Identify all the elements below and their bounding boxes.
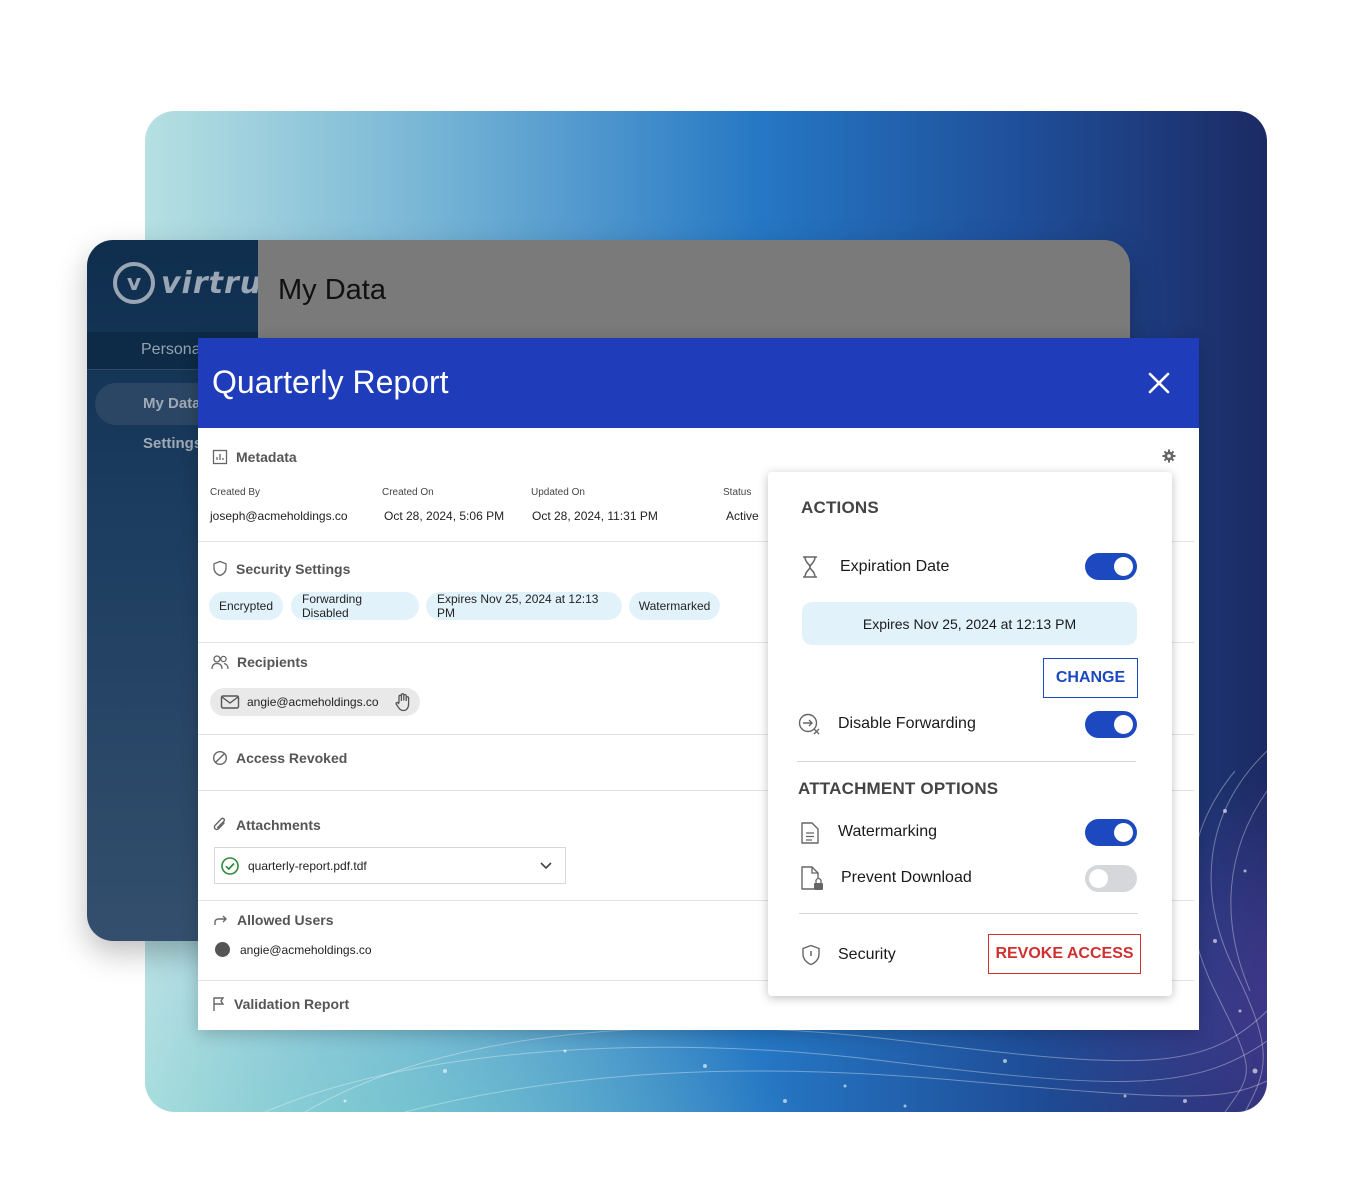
expiration-date-toggle[interactable]: [1085, 553, 1137, 580]
allowed-users-section-title: Allowed Users: [213, 912, 333, 928]
security-settings-section-title: Security Settings: [212, 560, 350, 577]
access-revoked-heading: Access Revoked: [236, 750, 348, 766]
actions-panel: ACTIONS Expiration Date Expires Nov 25, …: [768, 472, 1172, 996]
security-settings-heading: Security Settings: [236, 560, 351, 577]
status-label: Status: [723, 487, 752, 498]
settings-gear-button[interactable]: [1162, 449, 1176, 468]
chart-icon: [212, 449, 228, 465]
created-by-value: joseph@acmeholdings.co: [210, 509, 348, 523]
chip-expires: Expires Nov 25, 2024 at 12:13 PM: [426, 592, 622, 620]
toggle-knob: [1089, 869, 1108, 888]
disable-forwarding-label: Disable Forwarding: [838, 715, 976, 732]
attachments-section-title: Attachments: [212, 816, 321, 834]
sidebar-item-settings[interactable]: Settings: [143, 435, 202, 452]
close-button[interactable]: [1144, 368, 1174, 398]
allowed-user-email: angie@acmeholdings.co: [240, 943, 372, 957]
flag-icon: [213, 997, 225, 1011]
change-button[interactable]: CHANGE: [1043, 658, 1138, 698]
watermarking-label: Watermarking: [838, 823, 937, 840]
validation-report-heading: Validation Report: [234, 996, 350, 1012]
user-avatar-dot: [215, 942, 230, 957]
people-icon: [211, 655, 229, 670]
prevent-download-toggle[interactable]: [1085, 865, 1137, 892]
chip-forwarding-disabled: Forwarding Disabled: [291, 592, 419, 620]
stage: v virtru Persona My Data Settings My Dat…: [0, 0, 1371, 1181]
recipient-email: angie@acmeholdings.co: [247, 695, 379, 709]
share-arrow-icon: [214, 915, 227, 925]
updated-on-label: Updated On: [531, 487, 585, 498]
access-revoked-section-title: Access Revoked: [212, 750, 347, 766]
close-icon: [1148, 372, 1170, 394]
recipients-heading: Recipients: [237, 654, 308, 670]
actions-heading: ACTIONS: [801, 498, 879, 517]
toggle-knob: [1114, 557, 1133, 576]
updated-on-value: Oct 28, 2024, 11:31 PM: [532, 509, 658, 523]
chip-encrypted: Encrypted: [209, 592, 283, 620]
attachment-selected-file: quarterly-report.pdf.tdf: [248, 858, 367, 873]
paperclip-icon: [213, 817, 226, 831]
hourglass-icon: [803, 556, 817, 578]
created-by-label: Created By: [210, 487, 261, 498]
security-shield-icon: [802, 944, 820, 966]
forward-off-icon: [798, 713, 820, 735]
gear-icon: [1162, 449, 1176, 463]
created-on-value: Oct 28, 2024, 5:06 PM: [384, 509, 505, 523]
recipients-section-title: Recipients: [211, 654, 308, 670]
sidebar-item-my-data-label: My Data: [143, 395, 201, 412]
page-title: My Data: [278, 274, 386, 306]
toggle-knob: [1114, 823, 1133, 842]
attachments-heading: Attachments: [236, 817, 321, 833]
metadata-heading: Metadata: [236, 449, 297, 465]
prohibited-icon: [212, 750, 228, 766]
divider: [797, 761, 1136, 762]
attachment-select[interactable]: quarterly-report.pdf.tdf: [214, 847, 566, 884]
envelope-icon: [220, 695, 240, 709]
expiry-display: Expires Nov 25, 2024 at 12:13 PM: [802, 602, 1137, 645]
document-icon: [801, 822, 819, 844]
attachment-options-heading: ATTACHMENT OPTIONS: [798, 779, 999, 798]
watermarking-toggle[interactable]: [1085, 819, 1137, 846]
logo-text: virtru: [161, 265, 263, 301]
expiration-date-label: Expiration Date: [840, 558, 950, 575]
allowed-users-heading: Allowed Users: [237, 912, 334, 928]
validation-report-section-title: Validation Report: [212, 996, 349, 1012]
divider: [799, 913, 1138, 914]
revoke-access-button[interactable]: REVOKE ACCESS: [988, 934, 1141, 974]
toggle-knob: [1114, 715, 1133, 734]
metadata-section-title: Metadata: [212, 449, 297, 465]
virtru-logo: v virtru: [113, 262, 262, 304]
chip-watermarked: Watermarked: [629, 592, 720, 620]
status-value: Active: [726, 509, 759, 523]
shield-icon: [213, 560, 227, 577]
chevron-down-icon[interactable]: [539, 861, 553, 871]
created-on-label: Created On: [382, 487, 434, 498]
security-label: Security: [838, 946, 896, 963]
personal-label[interactable]: Persona: [141, 341, 201, 359]
check-circle-icon: [221, 856, 239, 875]
hand-icon[interactable]: [393, 692, 413, 712]
disable-forwarding-toggle[interactable]: [1085, 711, 1137, 738]
modal-header: Quarterly Report: [198, 338, 1199, 428]
document-lock-icon: [801, 866, 823, 890]
prevent-download-label: Prevent Download: [841, 869, 972, 886]
modal-title: Quarterly Report: [212, 364, 449, 400]
recipient-chip[interactable]: angie@acmeholdings.co: [210, 688, 420, 716]
logo-mark: v: [113, 262, 155, 304]
